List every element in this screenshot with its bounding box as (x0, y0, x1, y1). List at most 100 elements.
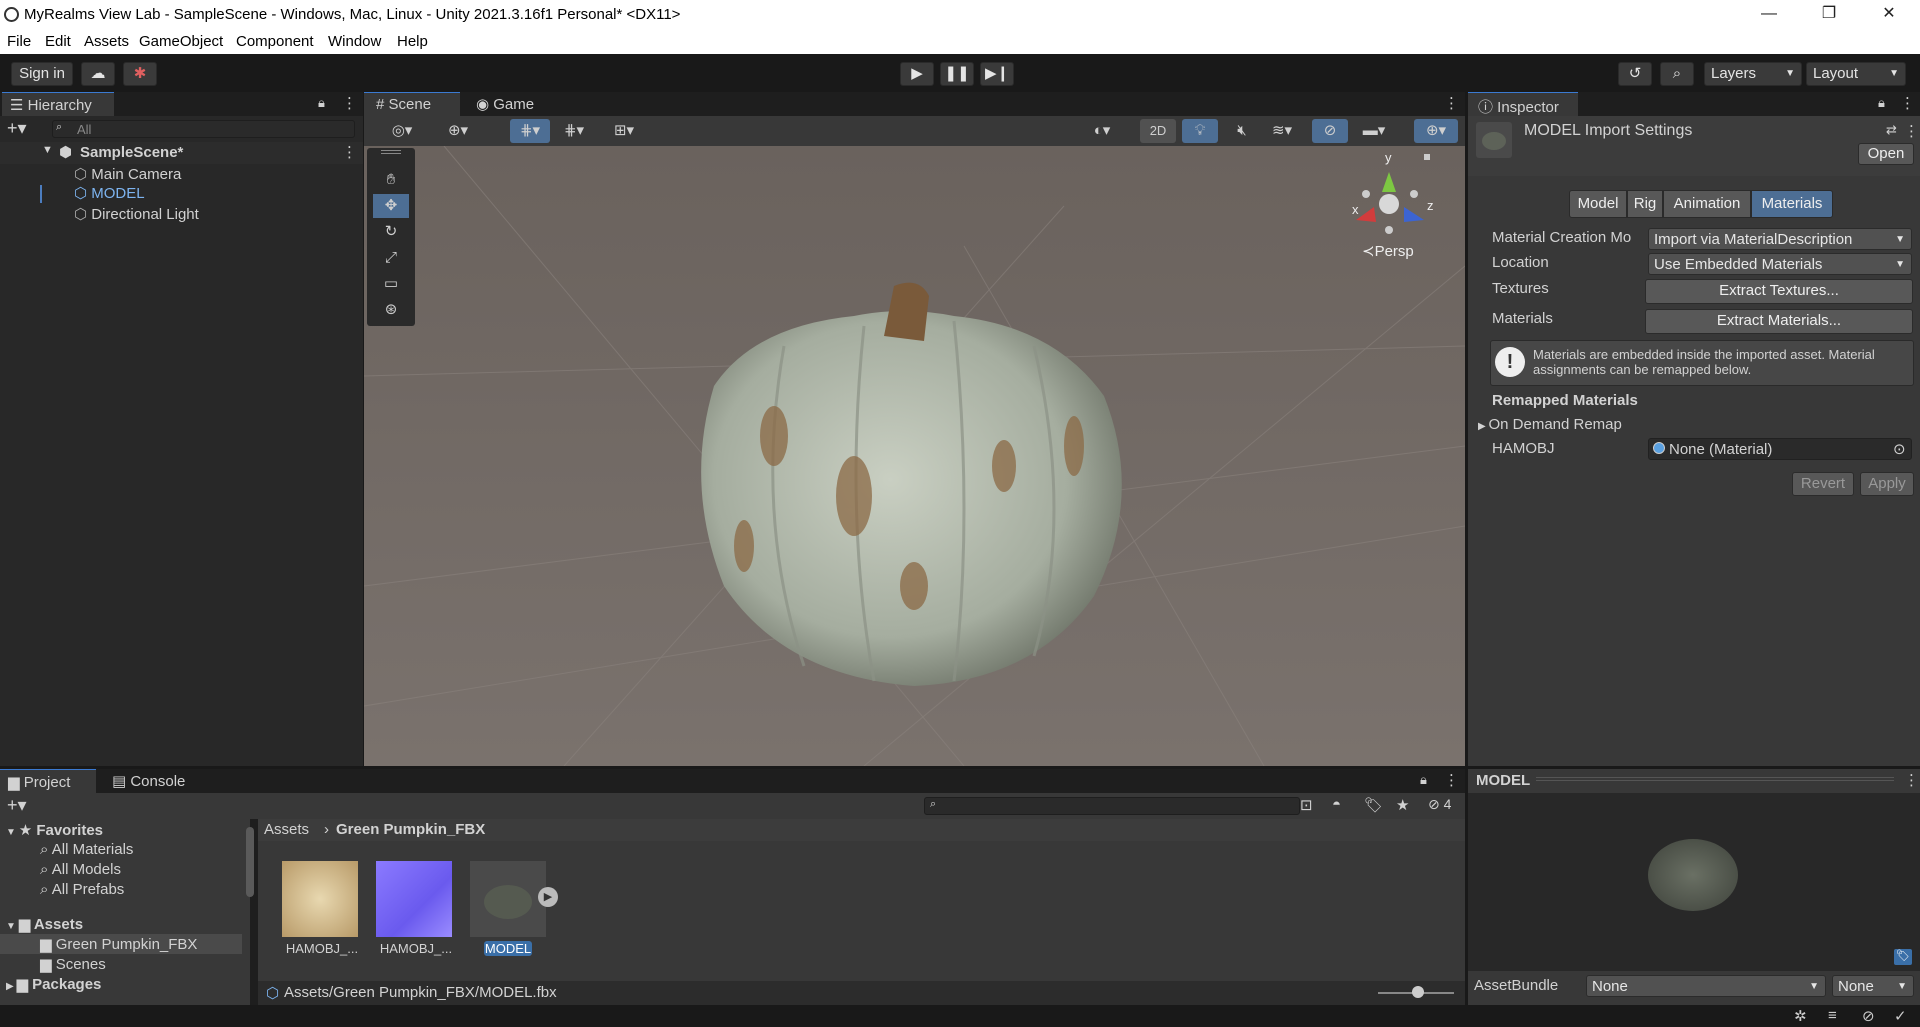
search-type-icon[interactable]: ⊡ (1300, 796, 1313, 814)
menu-component[interactable]: Component (236, 33, 314, 50)
drag-handle-icon[interactable] (381, 150, 401, 154)
camera-icon[interactable]: ▬▾ (1356, 119, 1392, 143)
tab-hierarchy[interactable]: ☰ Hierarchy (2, 92, 114, 116)
gizmos-icon[interactable]: ⊕▾ (1414, 119, 1458, 143)
global-icon[interactable]: ⊕▾ (440, 119, 476, 143)
lighting-icon[interactable]: 💡︎ (1182, 119, 1218, 143)
hidden-objects-icon[interactable]: ⊘ (1312, 119, 1348, 143)
persp-label[interactable]: ≺Persp (1362, 242, 1414, 260)
scale-tool-icon[interactable]: ⤢ (373, 246, 409, 270)
step-button[interactable]: ▶❙ (980, 62, 1014, 86)
hierarchy-item-main-camera[interactable]: ⬡ Main Camera (74, 165, 181, 185)
more-icon[interactable]: ⋮ (1444, 771, 1459, 789)
hierarchy-item-directional-light[interactable]: ⬡ Directional Light (74, 205, 199, 225)
menu-file[interactable]: File (7, 33, 31, 50)
audio-icon[interactable]: 🔇︎ (1224, 119, 1260, 143)
star-icon[interactable]: ★ (1396, 796, 1409, 814)
tab-rig[interactable]: Rig (1627, 190, 1663, 218)
effects-icon[interactable]: ≋▾ (1264, 119, 1300, 143)
grid-snap-icon[interactable]: ⋕▾ (510, 119, 550, 143)
assets-foldout[interactable]: ▼ ▆ Assets (6, 915, 83, 933)
open-button[interactable]: Open (1858, 143, 1914, 165)
scene-row[interactable]: ▼ ⬢ SampleScene* ⋮ (0, 142, 363, 164)
texture-thumbnail-albedo[interactable] (282, 861, 358, 937)
play-button[interactable]: ▶ (900, 62, 934, 86)
on-demand-remap-foldout[interactable]: ▶ On Demand Remap (1478, 416, 1622, 433)
asset-bundle-dropdown[interactable]: None ▼ (1586, 975, 1826, 997)
pumpkin-model[interactable] (654, 266, 1154, 686)
hierarchy-search-input[interactable]: ⌕ All (52, 120, 355, 138)
add-icon[interactable]: +▾ (7, 118, 27, 139)
cache-icon[interactable]: ≡ (1828, 1007, 1837, 1024)
tab-scene[interactable]: # Scene (364, 92, 460, 116)
menu-gameobject[interactable]: GameObject (139, 33, 223, 50)
breadcrumb-folder[interactable]: Green Pumpkin_FBX (336, 821, 485, 838)
pause-button[interactable]: ❚❚ (940, 62, 974, 86)
location-dropdown[interactable]: Use Embedded Materials ▼ (1648, 253, 1912, 275)
rotate-tool-icon[interactable]: ↻ (373, 220, 409, 244)
settings-icon[interactable]: ⇄ (1886, 122, 1897, 138)
asset-bundle-variant-dropdown[interactable]: None ▼ (1832, 975, 1914, 997)
more-icon[interactable]: ⋮ (342, 94, 357, 112)
grid-icon[interactable]: ⋕▾ (556, 119, 592, 143)
hand-tool-icon[interactable]: ✋︎ (373, 168, 409, 192)
expand-model-icon[interactable]: ▶ (538, 887, 558, 907)
fav-item-all-prefabs[interactable]: ⌕ All Prefabs (40, 881, 124, 898)
hidden-packages-toggle[interactable]: ⊘ 4 (1428, 796, 1451, 813)
favorites-foldout[interactable]: ▼ ★ Favorites (6, 821, 103, 839)
tab-animation[interactable]: Animation (1663, 190, 1751, 218)
breadcrumb-assets[interactable]: Assets (264, 821, 309, 838)
folder-green-pumpkin[interactable]: ▆ Green Pumpkin_FBX (40, 935, 197, 953)
collab-icon[interactable]: ✱ (123, 62, 157, 86)
menu-edit[interactable]: Edit (45, 33, 71, 50)
expand-arrow-icon[interactable]: ▼ (42, 144, 53, 156)
more-icon[interactable]: ⋮ (1904, 122, 1919, 140)
more-icon[interactable]: ⋮ (1900, 94, 1915, 112)
minimize-button[interactable]: — (1746, 0, 1792, 29)
tab-project[interactable]: ▆ Project (0, 769, 96, 793)
material-creation-dropdown[interactable]: Import via MaterialDescription ▼ (1648, 228, 1912, 250)
object-picker-icon[interactable]: ⊙ (1893, 440, 1906, 458)
menu-assets[interactable]: Assets (84, 33, 129, 50)
menu-help[interactable]: Help (397, 33, 428, 50)
extract-textures-button[interactable]: Extract Textures... (1645, 279, 1913, 304)
texture-thumbnail-normal[interactable] (376, 861, 452, 937)
tree-scrollbar[interactable] (246, 827, 254, 897)
layers-dropdown[interactable]: Layers ▼ (1704, 62, 1802, 86)
tab-materials[interactable]: Materials (1751, 190, 1833, 218)
scene-viewport[interactable]: y x z ≺Persp ✋︎ ✥ ↻ ⤢ ▭ ⊛ (364, 146, 1465, 766)
lock-icon[interactable]: 🔒︎ (318, 95, 325, 111)
network-icon[interactable]: ⊘ (1862, 1007, 1875, 1025)
fav-item-all-models[interactable]: ⌕ All Models (40, 861, 121, 878)
search-icon[interactable]: ⌕ (1660, 62, 1694, 86)
add-icon[interactable]: +▾ (7, 795, 27, 816)
cloud-icon[interactable]: ☁ (81, 62, 115, 86)
restore-button[interactable]: ❐ (1806, 0, 1852, 29)
preview-drag-handle[interactable] (1536, 777, 1894, 781)
tab-model[interactable]: Model (1569, 190, 1627, 218)
more-icon[interactable]: ⋮ (1904, 771, 1919, 789)
revert-button[interactable]: Revert (1792, 472, 1854, 496)
model-preview[interactable] (1648, 839, 1738, 911)
move-tool-icon[interactable]: ✥ (373, 194, 409, 218)
close-button[interactable]: ✕ (1866, 0, 1912, 29)
shading-mode-icon[interactable]: ◐▾ (1084, 119, 1120, 143)
lock-icon[interactable]: 🔒︎ (1878, 95, 1885, 111)
layout-dropdown[interactable]: Layout ▼ (1806, 62, 1906, 86)
draw-mode-icon[interactable]: ◎▾ (384, 119, 420, 143)
folder-scenes[interactable]: ▆ Scenes (40, 955, 106, 973)
label-icon[interactable]: 🏷︎ (1894, 949, 1912, 965)
label-icon[interactable]: 🏷︎ (1364, 796, 1383, 814)
history-icon[interactable]: ↺ (1618, 62, 1652, 86)
increment-snap-icon[interactable]: ⊞▾ (606, 119, 642, 143)
extract-materials-button[interactable]: Extract Materials... (1645, 309, 1913, 334)
fav-item-all-materials[interactable]: ⌕ All Materials (40, 841, 133, 858)
more-icon[interactable]: ⋮ (1444, 94, 1459, 112)
packages-foldout[interactable]: ▶ ▆ Packages (6, 975, 101, 993)
hierarchy-item-model[interactable]: ⬡ MODEL (74, 184, 145, 204)
lock-icon[interactable]: 🔒︎ (1420, 772, 1427, 788)
menu-window[interactable]: Window (328, 33, 381, 50)
bug-icon[interactable]: ✲ (1794, 1007, 1807, 1025)
gizmo-lock-icon[interactable] (1424, 154, 1430, 160)
hamobj-material-field[interactable]: None (Material) ⊙ (1648, 438, 1912, 460)
